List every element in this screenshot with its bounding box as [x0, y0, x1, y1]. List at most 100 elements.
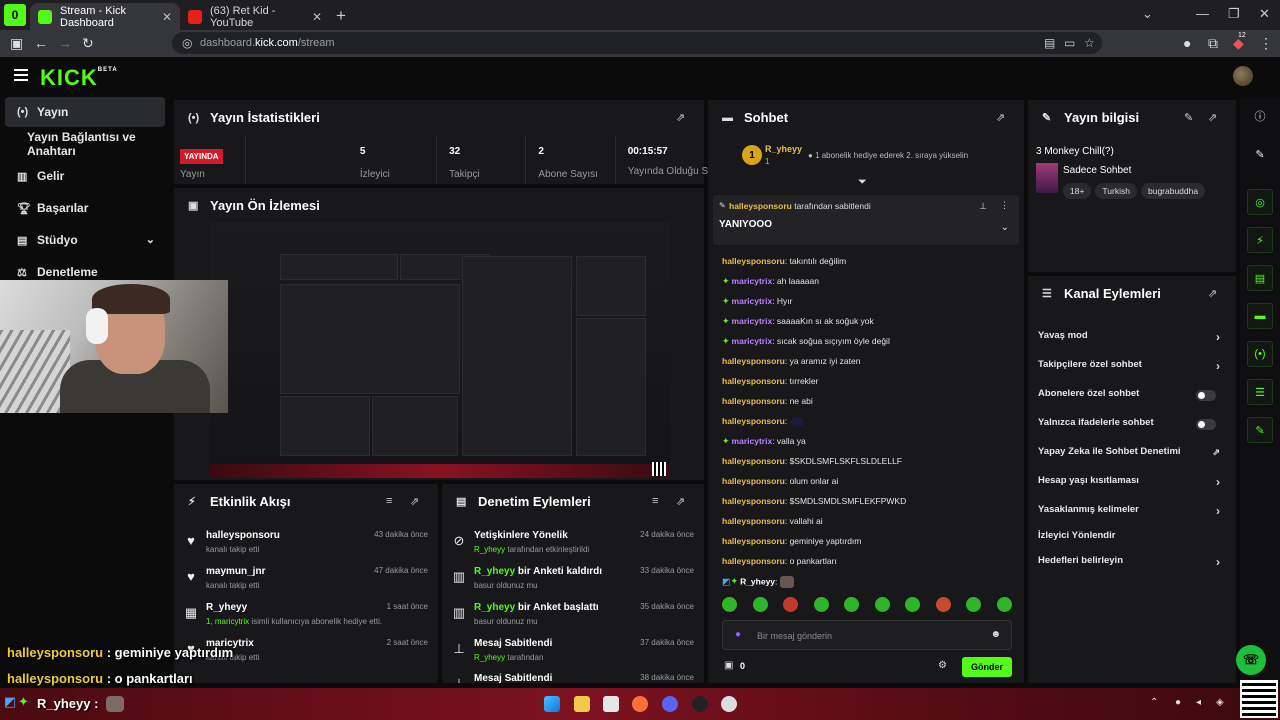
- emote-icon[interactable]: [752, 597, 768, 612]
- channel-action-account-age[interactable]: Hesap yaşı kısıtlaması ›: [1038, 475, 1220, 495]
- filter-icon[interactable]: ≡: [652, 495, 658, 507]
- channel-action-banned-words[interactable]: Yasaklanmış kelimeler ›: [1038, 504, 1220, 524]
- chat-username[interactable]: halleysponsoru: [722, 456, 785, 466]
- chat-username[interactable]: halleysponsoru: [722, 256, 785, 266]
- file-explorer-icon[interactable]: [574, 696, 590, 712]
- moderation-actor[interactable]: R_yheyy: [474, 653, 505, 662]
- pip-icon[interactable]: ▭: [1064, 36, 1075, 50]
- firefox-icon[interactable]: [632, 696, 648, 712]
- broadcast-icon[interactable]: (•): [1247, 341, 1273, 367]
- popout-icon[interactable]: ⇗: [676, 495, 685, 508]
- close-window-icon[interactable]: ✕: [1259, 6, 1270, 22]
- channel-action-ai-moderation[interactable]: Yapay Zeka ile Sohbet Denetimi ⇗: [1038, 446, 1220, 466]
- lightning-icon[interactable]: ⚡︎: [1247, 227, 1273, 253]
- restore-icon[interactable]: ❐: [1228, 6, 1240, 22]
- pinned-by-user[interactable]: halleysponsoru: [729, 201, 792, 211]
- chat-username[interactable]: R_yheyy: [740, 576, 775, 586]
- chat-username[interactable]: maricytrix: [732, 436, 773, 446]
- chat-username[interactable]: halleysponsoru: [722, 476, 785, 486]
- activity-user[interactable]: maymun_jnr: [206, 566, 265, 577]
- moderation-actor[interactable]: R_yheyy: [474, 545, 505, 554]
- chat-username[interactable]: maricytrix: [732, 336, 773, 346]
- emote-icon[interactable]: [844, 597, 860, 612]
- tag[interactable]: Turkish: [1095, 183, 1137, 199]
- emote-icon[interactable]: [722, 597, 737, 612]
- forward-icon[interactable]: →: [58, 35, 72, 51]
- sidebar-item-stream[interactable]: (•) Yayın: [5, 97, 165, 127]
- store-icon[interactable]: [603, 696, 619, 712]
- popout-icon[interactable]: ⇗: [1208, 287, 1217, 300]
- chat-username[interactable]: halleysponsoru: [722, 376, 785, 386]
- filter-icon[interactable]: ≡: [386, 495, 392, 507]
- activity-user[interactable]: R_yheyy: [206, 602, 247, 613]
- more-options-icon[interactable]: ⋮: [1000, 200, 1009, 211]
- activity-target-user[interactable]: 1, maricytrix: [206, 617, 249, 626]
- kick-extension-icon[interactable]: 0: [4, 4, 26, 26]
- info-icon[interactable]: ⓘ: [1247, 103, 1273, 129]
- clip-icon[interactable]: ◎: [1247, 189, 1273, 215]
- edit-icon[interactable]: ✎: [1247, 141, 1273, 167]
- emotes-only-toggle[interactable]: [1196, 419, 1216, 430]
- emote-icon[interactable]: [996, 597, 1012, 612]
- chat-username[interactable]: maricytrix: [732, 316, 773, 326]
- sidebar-item-studio[interactable]: ▤ Stüdyo ⌄: [5, 225, 165, 255]
- chat-bubble-icon[interactable]: ▬: [1247, 303, 1273, 329]
- category-thumbnail[interactable]: [1036, 163, 1058, 193]
- settings-gear-icon[interactable]: ⚙: [938, 660, 947, 671]
- minimize-icon[interactable]: —: [1196, 6, 1209, 21]
- leaderboard-user[interactable]: R_yheyy: [765, 144, 802, 154]
- edit-icon[interactable]: ✎: [1184, 111, 1193, 124]
- chat-username[interactable]: halleysponsoru: [722, 416, 785, 426]
- user-avatar[interactable]: [1233, 66, 1253, 86]
- emote-icon[interactable]: [935, 597, 951, 612]
- hamburger-menu-icon[interactable]: [14, 69, 28, 81]
- collapse-icon[interactable]: ⏷: [858, 176, 867, 189]
- chat-username[interactable]: halleysponsoru: [722, 516, 785, 526]
- channel-action-raid[interactable]: İzleyici Yönlendir: [1038, 530, 1220, 550]
- new-tab-icon[interactable]: +: [336, 6, 346, 26]
- channel-action-slow-mode[interactable]: Yavaş mod ›: [1038, 330, 1220, 350]
- tag[interactable]: bugrabuddha: [1140, 183, 1206, 199]
- moderation-actor[interactable]: R_yheyy: [474, 602, 515, 613]
- back-icon[interactable]: ←: [34, 35, 48, 51]
- send-button[interactable]: Gönder: [962, 657, 1012, 677]
- address-bar[interactable]: ◎ dashboard. kick.com/stream ▤ ▭ ☆: [172, 32, 1102, 54]
- discord-icon[interactable]: [662, 696, 678, 712]
- wrench-icon[interactable]: ✎: [1247, 417, 1273, 443]
- bookmark-star-icon[interactable]: ☆: [1084, 36, 1095, 50]
- emote-icon[interactable]: [874, 597, 890, 612]
- server-icon[interactable]: ☰: [1247, 379, 1273, 405]
- emote-icon[interactable]: [905, 597, 921, 612]
- menu-icon[interactable]: ⋮: [1259, 35, 1273, 52]
- screenshot-icon[interactable]: ▤: [1044, 36, 1055, 50]
- subscribers-only-toggle[interactable]: [1196, 390, 1216, 401]
- profile-extension-icon[interactable]: ●: [1183, 35, 1191, 51]
- chat-username[interactable]: halleysponsoru: [722, 396, 785, 406]
- points-icon[interactable]: ▣: [724, 660, 733, 671]
- chevron-down-icon[interactable]: ⌄: [146, 233, 155, 246]
- support-chat-icon[interactable]: ☏: [1236, 645, 1266, 675]
- emote-icon[interactable]: [783, 597, 799, 612]
- extensions-icon[interactable]: ⧉: [1208, 35, 1218, 52]
- popout-icon[interactable]: ⇗: [410, 495, 419, 508]
- windows-start-icon[interactable]: [544, 696, 560, 712]
- sidebar-item-achievements[interactable]: 🏆︎ Başarılar: [5, 193, 165, 223]
- tab-search-icon[interactable]: ⌄: [1142, 6, 1153, 22]
- reload-icon[interactable]: ↻: [82, 35, 94, 52]
- chat-username[interactable]: halleysponsoru: [722, 356, 785, 366]
- microphone-icon[interactable]: ●: [735, 629, 741, 640]
- chat-input[interactable]: ● Bir mesaj gönderin ☻: [722, 620, 1012, 650]
- channel-action-followers-only[interactable]: Takipçilere özel sohbet ›: [1038, 359, 1220, 379]
- tray-chevron-icon[interactable]: ⌃: [1150, 697, 1158, 708]
- emote-icon[interactable]: [966, 597, 982, 612]
- sidebar-item-stream-key[interactable]: Yayın Bağlantısı ve Anahtarı: [5, 129, 165, 159]
- popout-icon[interactable]: ⇗: [996, 111, 1005, 124]
- popout-icon[interactable]: ⇗: [1208, 111, 1217, 124]
- stream-preview-video[interactable]: [210, 222, 670, 478]
- tab-youtube[interactable]: (63) Ret Kid - YouTube ✕: [180, 3, 330, 30]
- network-icon[interactable]: ◈: [1216, 697, 1224, 708]
- chat-username[interactable]: halleysponsoru: [722, 556, 785, 566]
- kick-logo[interactable]: KICKBETA: [40, 65, 118, 91]
- moderation-actor[interactable]: R_yheyy: [474, 566, 515, 577]
- channel-action-goals[interactable]: Hedefleri belirleyin ›: [1038, 555, 1220, 575]
